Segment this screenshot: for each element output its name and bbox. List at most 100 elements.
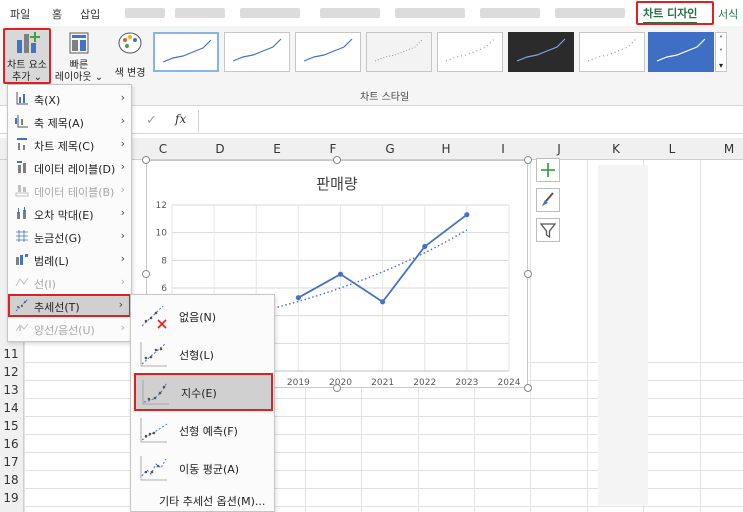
chart-style-8[interactable]: [648, 32, 714, 72]
column-header[interactable]: D: [213, 142, 227, 156]
group-label-chart-styles: 차트 스타일: [360, 92, 410, 103]
row-header[interactable]: 13: [0, 383, 22, 397]
chart-style-5[interactable]: [437, 32, 503, 72]
resize-handle[interactable]: [524, 270, 532, 278]
menu-item-label: 선(I): [34, 278, 56, 291]
column-header[interactable]: G: [383, 142, 397, 156]
trendline-exponential-icon: [142, 380, 169, 405]
confirm-icon[interactable]: ✓: [146, 113, 157, 128]
trendline-icon: [15, 298, 29, 312]
data-point[interactable]: [422, 243, 428, 250]
column-header[interactable]: I: [496, 142, 510, 156]
chart-style-4[interactable]: [366, 32, 432, 72]
quick-layout-button[interactable]: 빠른 레이아웃 ⌄: [54, 28, 104, 84]
change-color-button[interactable]: 색 변경 ⌄: [110, 28, 150, 91]
menu-item-data-table: 데이터 테이블(B) ›: [8, 179, 131, 202]
trendline-moving-average[interactable]: 이동 평균(A): [131, 449, 274, 487]
menu-item-data-labels[interactable]: 데이터 레이블(D) ›: [8, 156, 131, 179]
column-header[interactable]: J: [552, 142, 566, 156]
style-preview: [445, 38, 495, 62]
data-point[interactable]: [295, 295, 301, 301]
trendline-linear-forecast[interactable]: 선형 예측(F): [131, 411, 274, 449]
style-preview: [162, 39, 212, 63]
row-header[interactable]: 18: [0, 473, 22, 487]
resize-handle[interactable]: [142, 270, 150, 278]
trendline-linear[interactable]: 선형(L): [131, 335, 274, 373]
submenu-item-label: 이동 평균(A): [179, 463, 240, 476]
resize-handle[interactable]: [142, 156, 150, 164]
row-header[interactable]: 17: [0, 455, 22, 469]
chart-title-icon: [17, 138, 27, 150]
menu-item-legend[interactable]: 범례(L) ›: [8, 248, 131, 271]
tab-home[interactable]: 홈: [52, 6, 62, 22]
menu-item-gridlines[interactable]: 눈금선(G) ›: [8, 225, 131, 248]
row-header[interactable]: 16: [0, 437, 22, 451]
blurred-tab: [240, 8, 300, 18]
formula-input[interactable]: [198, 110, 743, 132]
menu-item-trendline[interactable]: 추세선(T) ›: [8, 294, 131, 317]
trendline-none[interactable]: 없음(N): [131, 297, 274, 335]
more-trendline-options[interactable]: 기타 추세선 옵션(M)...: [131, 489, 274, 511]
column-header[interactable]: K: [609, 142, 623, 156]
tab-file[interactable]: 파일: [10, 6, 30, 22]
submenu-item-label: 지수(E): [181, 387, 217, 400]
chart-style-6[interactable]: [508, 32, 574, 72]
trendline-exponential[interactable]: 지수(E): [134, 373, 273, 411]
menu-item-chart-title[interactable]: 차트 제목(C) ›: [8, 133, 131, 156]
chart-style-7[interactable]: [579, 32, 645, 72]
column-header[interactable]: M: [722, 142, 736, 156]
row-header[interactable]: 14: [0, 401, 22, 415]
chart-title[interactable]: 판매량: [316, 175, 358, 193]
more-icon[interactable]: ▾: [716, 59, 726, 72]
menu-item-axes[interactable]: 축(X) ›: [8, 87, 131, 110]
menu-item-label: 차트 제목(C): [34, 140, 95, 153]
menu-item-error-bars[interactable]: 오차 막대(E) ›: [8, 202, 131, 225]
chart-elements-button[interactable]: [536, 158, 560, 182]
trendline-moving-average-icon: [140, 456, 167, 481]
style-preview: [374, 38, 424, 62]
chart-filters-button[interactable]: [536, 218, 560, 242]
x-tick-label: 2024: [498, 378, 521, 387]
row-header[interactable]: 19: [0, 491, 22, 505]
data-point[interactable]: [380, 299, 386, 305]
chevron-up-icon[interactable]: ˄: [716, 33, 726, 46]
column-header[interactable]: C: [156, 142, 170, 156]
column-header[interactable]: L: [665, 142, 679, 156]
data-point[interactable]: [464, 212, 470, 218]
chevron-down-icon[interactable]: ˅: [716, 46, 726, 59]
column-header[interactable]: E: [270, 142, 284, 156]
gallery-scroll[interactable]: ˄ ˅ ▾: [715, 32, 727, 72]
row-header[interactable]: 15: [0, 419, 22, 433]
chart-style-3[interactable]: [295, 32, 361, 72]
chart-styles-button[interactable]: [536, 188, 560, 212]
trendline-forecast-icon: [140, 418, 168, 443]
chevron-right-icon: ›: [120, 114, 125, 127]
chart-style-2[interactable]: [224, 32, 290, 72]
row-header[interactable]: 12: [0, 365, 22, 379]
data-labels-icon: [17, 161, 26, 173]
resize-handle[interactable]: [524, 156, 532, 164]
tab-format[interactable]: 서식: [718, 6, 738, 22]
menu-item-label: 축(X): [34, 94, 61, 107]
y-tick-label: 10: [156, 229, 168, 239]
y-tick-label: 6: [161, 284, 167, 294]
chevron-right-icon: ›: [120, 91, 125, 104]
filter-icon: [539, 223, 557, 239]
style-preview: [232, 38, 282, 62]
column-header[interactable]: H: [439, 142, 453, 156]
menu-item-up-down-bars: 양선/음선(U) ›: [8, 317, 131, 340]
resize-handle[interactable]: [333, 384, 341, 392]
trendline-linear-icon: [140, 342, 167, 367]
x-tick-label: 2022: [413, 378, 436, 387]
data-point[interactable]: [337, 271, 344, 277]
resize-handle[interactable]: [524, 384, 532, 392]
tab-insert[interactable]: 삽입: [80, 6, 100, 22]
row-header[interactable]: 11: [0, 347, 22, 361]
chart-style-1[interactable]: [153, 32, 219, 72]
column-header[interactable]: F: [326, 142, 340, 156]
palette-icon: [118, 32, 142, 54]
axis-titles-icon: [15, 115, 28, 128]
function-icon[interactable]: fx: [175, 112, 186, 126]
menu-item-axis-titles[interactable]: 축 제목(A) ›: [8, 110, 131, 133]
resize-handle[interactable]: [333, 156, 341, 164]
